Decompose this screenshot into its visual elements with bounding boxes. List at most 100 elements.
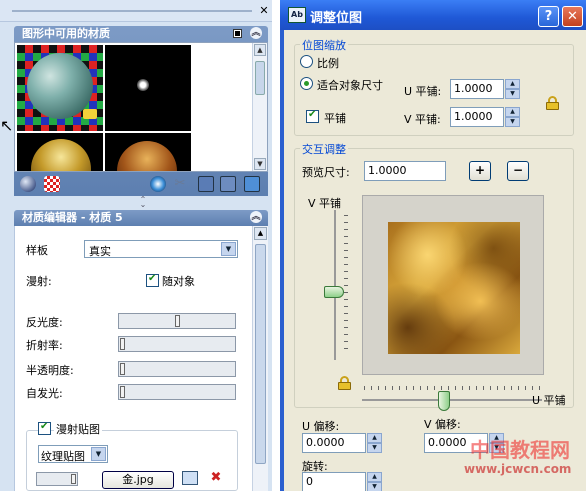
scale-radio[interactable] [300,55,313,68]
texture-preview-image[interactable] [388,222,520,354]
by-object-checkbox[interactable] [146,273,159,287]
spin-up-icon[interactable]: ▲ [505,107,520,117]
collapse-chevron-icon[interactable]: ︽ [250,27,262,39]
select-objects-icon[interactable] [220,176,236,192]
preview-size-label: 预览尺寸: [302,166,350,179]
panel-toggle-icon[interactable] [233,29,242,38]
by-object-label: 随对象 [162,275,195,288]
help-button[interactable]: ? [538,6,559,27]
gold-sphere-icon [31,139,91,171]
sphere-shape-icon[interactable] [20,176,36,192]
spin-down-icon[interactable]: ▼ [505,117,520,127]
slider-knob[interactable] [175,315,180,327]
site-watermark-url: www.jcwcn.com [464,462,572,476]
v-tile-label: V 平铺: [404,113,441,126]
lock-icon[interactable] [338,376,352,390]
refraction-label: 折射率: [26,339,63,352]
material-swatch-empty [193,45,251,131]
refraction-slider[interactable] [118,336,236,352]
self-illum-slider[interactable] [118,384,236,400]
adjust-bitmap-icon[interactable] [182,471,198,485]
light-glow-icon [137,79,149,91]
chevron-down-icon[interactable]: ▼ [91,447,106,461]
diffuse-label: 漫射: [26,275,52,288]
materials-panel-title: 图形中可用的材质 [22,27,110,40]
copper-sphere-icon [117,141,177,171]
zoom-in-button[interactable]: + [469,161,491,181]
u-offset-input[interactable]: 0.0000 [302,433,366,453]
scroll-thumb[interactable] [255,244,266,464]
scroll-up-icon[interactable]: ▲ [254,227,267,240]
u-tile-input[interactable]: 1.0000 [450,79,504,99]
chevron-down-icon[interactable]: ▼ [221,242,236,256]
tile-checkbox-label: 平铺 [324,112,346,125]
slider-knob[interactable] [71,474,76,484]
slider-knob[interactable] [120,338,125,350]
scroll-down-icon[interactable]: ▼ [254,158,266,170]
spin-up-icon[interactable]: ▲ [367,472,382,482]
material-swatch-3[interactable] [17,133,103,171]
diffuse-map-checkbox[interactable] [38,421,51,435]
lock-icon[interactable] [546,96,560,110]
swatch-scrollbar[interactable]: ▲ ▼ [252,43,267,171]
close-button[interactable]: ✕ [562,6,583,27]
self-illum-label: 自发光: [26,387,63,400]
material-swatch-1[interactable] [17,45,103,131]
template-select[interactable]: 真实 ▼ [84,240,238,258]
slider-knob[interactable] [120,386,125,398]
rotation-input[interactable]: 0 [302,472,366,491]
u-offset-label: U 偏移: [302,420,340,433]
slider-knob[interactable] [120,363,125,375]
v-offset-label: V 偏移: [424,418,461,431]
map-file-button[interactable]: 金.jpg [102,471,174,489]
material-swatch-grid: ▲ ▼ [14,42,268,172]
dialog-title: 调整位图 [310,11,363,26]
preview-size-input[interactable]: 1.0000 [364,161,446,181]
material-swatch-4[interactable] [105,133,191,171]
collapse-chevron-icon[interactable]: ︽ [250,211,262,223]
scroll-thumb[interactable] [255,61,265,95]
tile-checkbox[interactable] [306,109,319,123]
v-tile-spinner[interactable]: ▲ ▼ [505,107,520,127]
material-editor-header[interactable]: 材质编辑器 - 材质 5 ︽ [14,210,268,226]
tool-palette: ✕ 图形中可用的材质 ︽ ▲ ▼ ✂ ⌃ ⌄ 材质编辑器 - 材质 5 ︽ ▲ … [0,0,272,491]
palette-grip-line[interactable] [12,10,252,12]
dialog-app-icon: Ab [288,7,306,23]
v-tile-slider-track[interactable] [334,210,336,360]
palette-close-icon[interactable]: ✕ [258,5,270,17]
spin-down-icon[interactable]: ▼ [367,443,382,453]
translucency-label: 半透明度: [26,364,74,377]
apply-to-objects-icon[interactable] [198,176,214,192]
reflectivity-slider[interactable] [118,313,236,329]
zoom-out-button[interactable]: − [507,161,529,181]
adjust-bitmap-dialog: Ab 调整位图 ? ✕ 位图缩放 比例 适合对象尺寸 U 平铺: 1.0000 … [280,0,586,491]
remove-map-icon[interactable]: ✖ [208,471,224,485]
u-offset-spinner[interactable]: ▲ ▼ [367,433,382,453]
v-tile-slider-thumb[interactable] [324,286,344,298]
translucency-slider[interactable] [118,361,236,377]
fit-to-object-radio[interactable] [300,77,313,90]
in-use-badge-icon [83,109,97,119]
spin-down-icon[interactable]: ▼ [505,89,520,99]
fit-to-object-label: 适合对象尺寸 [317,79,383,92]
create-material-icon[interactable] [150,176,166,192]
u-tile-slider-thumb[interactable] [438,391,450,411]
material-swatch-2[interactable] [105,45,191,131]
editor-scrollbar[interactable]: ▲ [252,226,268,491]
scroll-up-icon[interactable]: ▲ [254,44,266,56]
v-tile-ticks [344,215,348,355]
map-cube-icon[interactable] [244,176,260,192]
purge-material-icon[interactable]: ✂ [172,176,188,192]
u-tile-spinner[interactable]: ▲ ▼ [505,79,520,99]
reflectivity-label: 反光度: [26,316,63,329]
u-tile-slider-track[interactable] [362,399,542,401]
panel-splitter-icon[interactable]: ⌃ ⌄ [138,196,148,209]
map-blend-slider[interactable] [36,472,78,486]
spin-down-icon[interactable]: ▼ [367,482,382,491]
spin-up-icon[interactable]: ▲ [367,433,382,443]
map-type-select[interactable]: 纹理贴图 ▼ [38,445,108,463]
checker-background-icon[interactable] [44,176,60,192]
rotation-spinner[interactable]: ▲ ▼ [367,472,382,491]
spin-up-icon[interactable]: ▲ [505,79,520,89]
v-tile-input[interactable]: 1.0000 [450,107,504,127]
